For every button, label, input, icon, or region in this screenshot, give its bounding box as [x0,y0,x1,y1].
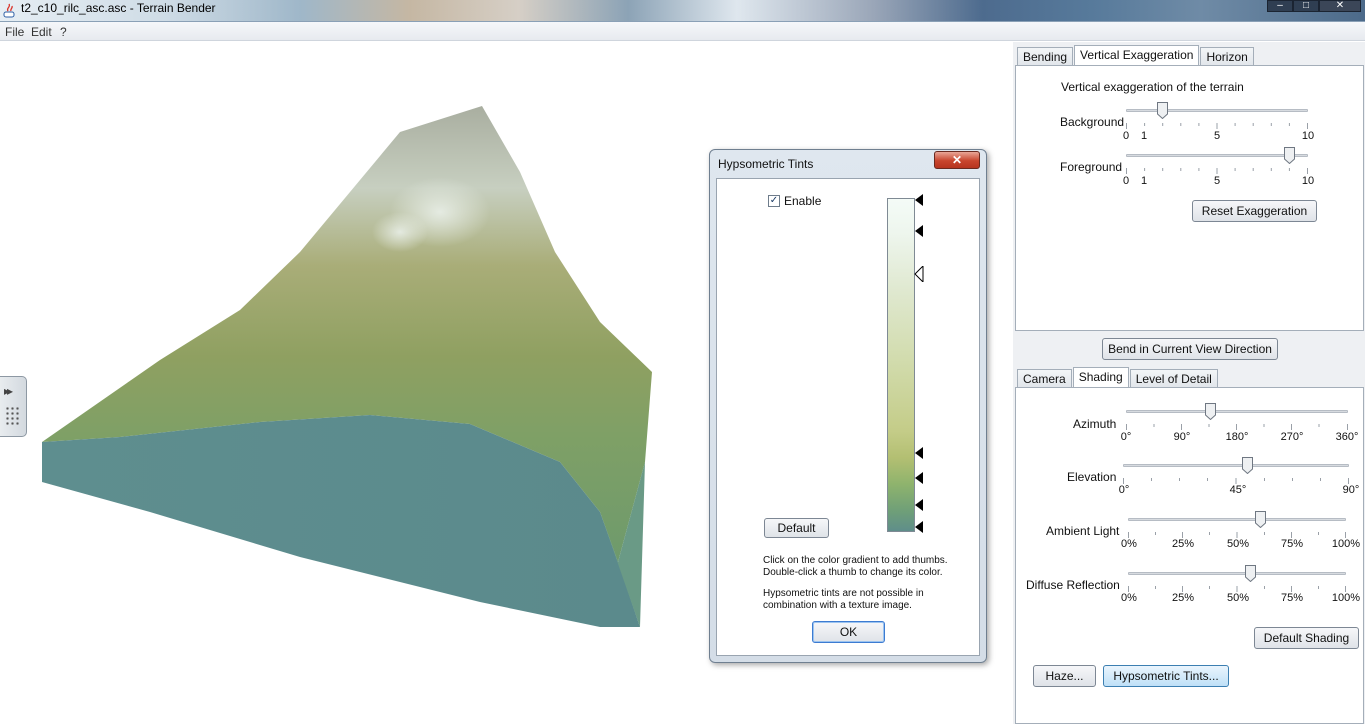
azimuth-slider-thumb[interactable] [1204,403,1216,420]
shading-pane: Azimuth 0° 90° 180° 270° 360° Elevation … [1015,387,1364,724]
gradient-thumb[interactable] [914,499,924,511]
ok-button[interactable]: OK [812,621,885,643]
azimuth-tick-90: 90° [1173,431,1191,443]
fg-tick-5: 5 [1213,175,1221,187]
gradient-thumb-selected[interactable] [914,266,924,282]
fg-tick-0: 0 [1122,175,1130,187]
window-title: t2_c10_rilc_asc.asc - Terrain Bender [21,1,216,15]
color-gradient-bar[interactable] [887,198,915,532]
elevation-tick-0: 0° [1118,484,1130,496]
elevation-slider-track[interactable] [1123,464,1349,467]
settings-panel: Bending Vertical Exaggeration Horizon Ve… [1013,42,1365,724]
menu-edit[interactable]: Edit [31,25,52,39]
gradient-thumb[interactable] [914,447,924,459]
tab-shading[interactable]: Shading [1072,367,1129,388]
diffuse-tick-75: 75% [1280,592,1304,604]
background-slider-track[interactable] [1126,109,1308,112]
maximize-button[interactable]: □ [1293,0,1319,12]
vertical-exaggeration-pane: Vertical exaggeration of the terrain Bac… [1015,65,1364,331]
tab-horizon[interactable]: Horizon [1200,47,1254,66]
bg-tick-0: 0 [1122,130,1130,142]
menu-help[interactable]: ? [60,25,67,39]
diffuse-reflection-slider-track[interactable] [1128,572,1346,575]
foreground-slider-track[interactable] [1126,154,1308,157]
tab-bending[interactable]: Bending [1017,47,1074,66]
enable-label: Enable [784,194,822,208]
diffuse-tick-50: 50% [1226,592,1250,604]
background-label: Background [1060,115,1125,129]
bg-tick-10: 10 [1301,130,1315,142]
top-tab-bar: Bending Vertical Exaggeration Horizon [1017,45,1255,66]
azimuth-tick-0: 0° [1120,431,1132,443]
ambient-tick-25: 25% [1171,538,1195,550]
hint-text-2: Double-click a thumb to change its color… [763,567,943,578]
gradient-thumb[interactable] [914,194,924,206]
tab-camera[interactable]: Camera [1017,369,1072,388]
bottom-tab-bar: Camera Shading Level of Detail [1017,367,1219,388]
ambient-tick-50: 50% [1226,538,1250,550]
tab-level-of-detail[interactable]: Level of Detail [1129,369,1218,388]
fg-tick-1: 1 [1140,175,1148,187]
expand-arrows-icon: ▸▸ [4,384,13,398]
reset-exaggeration-button[interactable]: Reset Exaggeration [1192,200,1317,222]
menu-bar: File Edit ? [0,22,1365,41]
hint-text-4: combination with a texture image. [763,600,912,611]
diffuse-tick-25: 25% [1171,592,1195,604]
background-slider-thumb[interactable] [1156,102,1168,119]
bend-view-direction-button[interactable]: Bend in Current View Direction [1102,338,1278,360]
azimuth-ticks [1126,424,1348,430]
default-shading-button[interactable]: Default Shading [1254,627,1359,649]
ambient-tick-75: 75% [1280,538,1304,550]
ambient-light-label: Ambient Light [1046,524,1120,538]
default-tints-button[interactable]: Default [764,518,829,538]
background-ticks [1126,123,1308,129]
enable-checkbox[interactable]: ✓ [768,195,780,207]
azimuth-slider-track[interactable] [1126,410,1348,413]
dialog-title: Hypsometric Tints [718,157,814,171]
hint-text-1: Click on the color gradient to add thumb… [763,555,948,566]
hypsometric-tints-dialog: Hypsometric Tints ✕ ✓ Enable Default Cli… [709,149,987,663]
elevation-slider-thumb[interactable] [1241,457,1253,474]
foreground-ticks [1126,168,1308,174]
azimuth-tick-180: 180° [1225,431,1249,443]
tab-vertical-exaggeration[interactable]: Vertical Exaggeration [1074,45,1200,66]
foreground-slider-thumb[interactable] [1284,147,1296,164]
ambient-light-slider-thumb[interactable] [1255,511,1267,528]
hypsometric-tints-button[interactable]: Hypsometric Tints... [1103,665,1229,687]
drag-grip-icon [5,406,20,426]
elevation-tick-90: 90° [1342,484,1360,496]
azimuth-tick-270: 270° [1280,431,1304,443]
side-panel-handle[interactable]: ▸▸ [0,376,27,437]
fg-tick-10: 10 [1301,175,1315,187]
dialog-close-button[interactable]: ✕ [934,151,980,169]
elevation-tick-45: 45° [1229,484,1247,496]
minimize-button[interactable]: – [1267,0,1293,12]
ambient-tick-100: 100% [1331,538,1361,550]
title-bar: t2_c10_rilc_asc.asc - Terrain Bender – □… [0,0,1365,22]
ambient-light-slider-track[interactable] [1128,518,1346,521]
close-window-button[interactable]: ✕ [1319,0,1361,12]
elevation-label: Elevation [1067,470,1117,484]
gradient-thumb[interactable] [914,521,924,533]
bg-tick-1: 1 [1140,130,1148,142]
ambient-tick-0: 0% [1121,538,1137,550]
exaggeration-heading: Vertical exaggeration of the terrain [1061,80,1244,94]
menu-file[interactable]: File [5,25,24,39]
dialog-content: ✓ Enable Default Click on the color grad… [716,178,980,656]
diffuse-tick-100: 100% [1331,592,1361,604]
haze-button[interactable]: Haze... [1033,665,1096,687]
hint-text-3: Hypsometric tints are not possible in [763,588,924,599]
gradient-thumb[interactable] [914,225,924,237]
diffuse-reflection-slider-thumb[interactable] [1244,565,1256,582]
bg-tick-5: 5 [1213,130,1221,142]
foreground-label: Foreground [1060,160,1123,174]
diffuse-tick-0: 0% [1121,592,1137,604]
azimuth-label: Azimuth [1073,417,1117,431]
azimuth-tick-360: 360° [1335,431,1359,443]
java-app-icon [3,3,15,18]
diffuse-reflection-label: Diffuse Reflection [1026,578,1120,592]
gradient-thumb[interactable] [914,472,924,484]
